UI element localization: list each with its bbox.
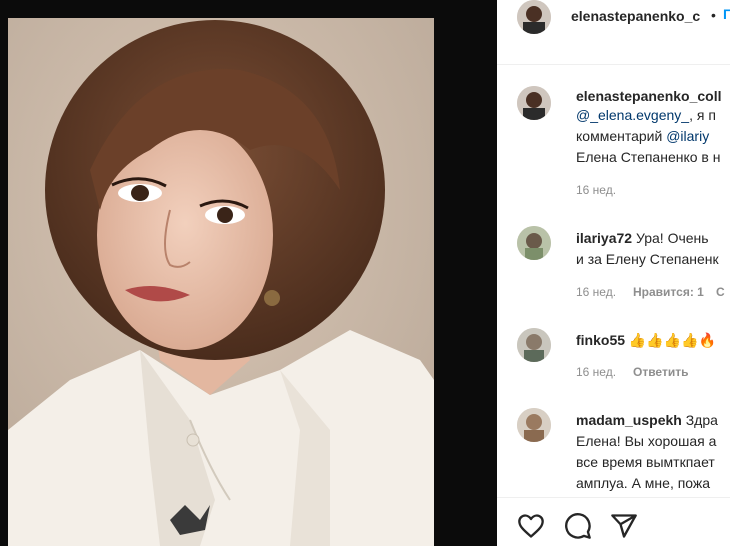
comment-avatar[interactable]: [517, 226, 551, 260]
comment-username[interactable]: ilariya72: [576, 230, 632, 246]
author-username[interactable]: elenastepanenko_c: [571, 8, 700, 24]
comment-line-2: и за Елену Степаненк: [576, 251, 719, 267]
action-bar: [497, 497, 730, 546]
comment-avatar[interactable]: [517, 328, 551, 362]
caption-avatar[interactable]: [517, 86, 551, 120]
caption-line-2: комментарий @ilariy: [576, 128, 710, 144]
comment-avatar[interactable]: [517, 408, 551, 442]
comment-line-2: Елена! Вы хорошая а: [576, 433, 717, 449]
caption-username[interactable]: elenastepanenko_coll: [576, 88, 722, 104]
comment-icon[interactable]: [564, 512, 592, 540]
caption-mention-2[interactable]: @ilariy: [666, 128, 709, 144]
follow-button[interactable]: П: [723, 6, 730, 22]
post-photo[interactable]: [0, 0, 497, 546]
post-header: elenastepanenko_c • П: [497, 0, 730, 65]
comment-username[interactable]: finko55: [576, 332, 625, 348]
comment-line-1: madam_uspekh Здра: [576, 412, 718, 428]
comment-line-1: ilariya72 Ура! Очень: [576, 230, 709, 246]
caption-line-1: @_elena.evgeny_, я п: [576, 107, 716, 123]
comments-panel: elenastepanenko_c • П elenastepanenko_co…: [497, 0, 730, 546]
comment-line-3: все время вымткпает: [576, 454, 715, 470]
comment-time[interactable]: 16 нед.: [576, 285, 616, 299]
author-avatar[interactable]: [517, 0, 551, 34]
comment-line-1: finko55 👍👍👍👍🔥: [576, 330, 716, 350]
caption-line-3: Елена Степаненко в н: [576, 149, 721, 165]
comment-emoji: 👍👍👍👍🔥: [628, 332, 717, 348]
comment-reply-button[interactable]: С: [716, 285, 725, 299]
caption-time[interactable]: 16 нед.: [576, 183, 616, 197]
comment-time[interactable]: 16 нед.: [576, 365, 616, 379]
heart-icon[interactable]: [517, 512, 545, 540]
comment-likes[interactable]: Нравится: 1: [633, 285, 704, 299]
comment-reply-button[interactable]: Ответить: [633, 365, 688, 379]
comment-username[interactable]: madam_uspekh: [576, 412, 682, 428]
comment-line-4: амплуа. А мне, пожа: [576, 475, 711, 491]
send-icon[interactable]: [610, 512, 638, 540]
portrait-image: [0, 0, 497, 546]
header-separator: •: [711, 7, 716, 23]
caption-mention-1[interactable]: @_elena.evgeny_: [576, 107, 689, 123]
